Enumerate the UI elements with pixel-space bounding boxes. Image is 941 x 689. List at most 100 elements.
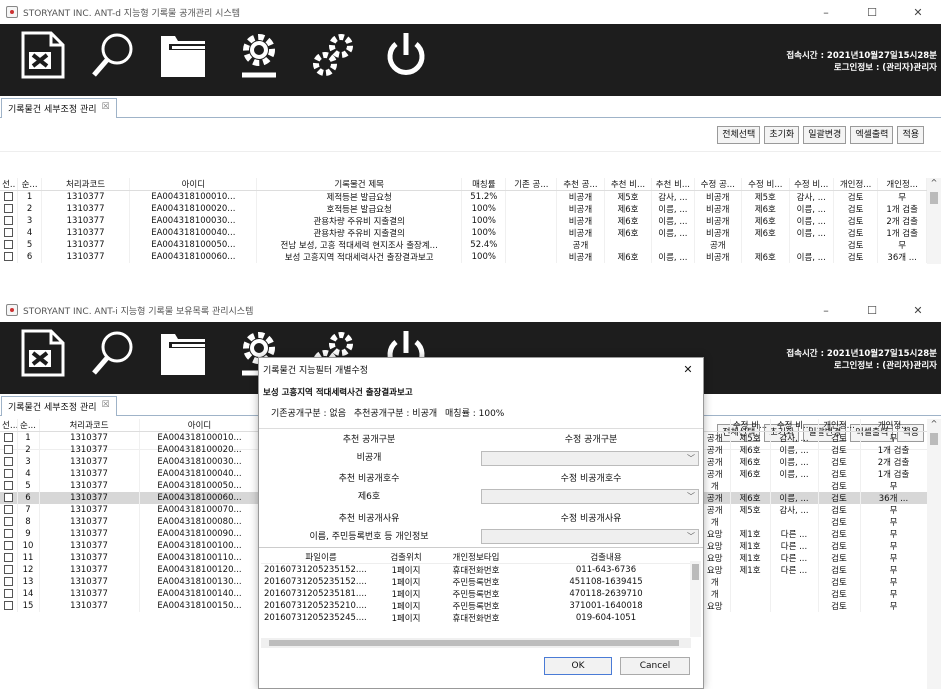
row-checkbox[interactable] xyxy=(3,516,13,526)
dialog-close-icon[interactable]: ✕ xyxy=(673,363,703,376)
ok-button[interactable]: OK xyxy=(544,657,612,675)
column-header[interactable]: 추천 비... xyxy=(651,178,695,191)
select-all-button[interactable]: 전체선택 xyxy=(717,126,761,144)
table-row[interactable]: 공개 제5호 감사, ... 검토 무 xyxy=(700,431,928,444)
column-header[interactable]: 순... xyxy=(17,419,40,432)
table-row[interactable]: 요망 제1호 다른 ... 검토 무 xyxy=(700,540,928,552)
table-row[interactable]: 3 1310377 EA004318100030... xyxy=(0,455,261,468)
excel-icon[interactable] xyxy=(18,328,68,378)
mod-nondisc-no-select[interactable]: ﹀ xyxy=(481,489,699,504)
row-checkbox-cell[interactable] xyxy=(0,515,18,528)
column-header[interactable]: 기존 공... xyxy=(505,178,558,191)
file-row[interactable]: 2016073120523518​1.... 1페이지 주민등록번호 470118-2… xyxy=(261,588,691,600)
column-header[interactable]: 개인정... xyxy=(833,178,879,191)
column-header[interactable]: 처리과코드 xyxy=(39,419,140,432)
search-icon[interactable] xyxy=(90,328,136,378)
file-column-header[interactable]: 파일이름 xyxy=(261,551,381,564)
table-row[interactable]: 공개 제6호 이름, ... 검토 1개 검출 xyxy=(700,468,928,480)
reset-button[interactable]: 초기화 xyxy=(764,126,800,144)
table-row[interactable]: 요망 제1호 다른 ... 검토 무 xyxy=(700,564,928,576)
file-row[interactable]: 2016073120523515​2.... 1페이지 주민등록번호 451108-1… xyxy=(261,576,691,588)
mod-reason-select[interactable]: ﹀ xyxy=(481,529,699,544)
row-checkbox[interactable] xyxy=(3,432,13,442)
row-checkbox-cell[interactable] xyxy=(0,539,18,552)
folder-icon[interactable] xyxy=(158,30,210,80)
table-row[interactable]: 요망 제1호 다른 ... 검토 무 xyxy=(700,552,928,564)
column-header[interactable]: 선.. xyxy=(0,419,18,432)
column-header[interactable]: 추천 비... xyxy=(604,178,653,191)
tab-record-adjust[interactable]: 기록물건 세부조정 관리 ☒ xyxy=(1,98,117,118)
row-checkbox-cell[interactable] xyxy=(0,215,19,227)
row-checkbox-cell[interactable] xyxy=(0,563,18,576)
file-column-header[interactable]: 검출위치 xyxy=(381,551,431,564)
power-icon[interactable] xyxy=(382,30,430,80)
tab-record-adjust[interactable]: 기록물건 세부조정 관리 ☒ xyxy=(1,396,117,416)
folder-icon[interactable] xyxy=(158,328,210,378)
row-checkbox[interactable] xyxy=(4,252,14,261)
row-checkbox-cell[interactable] xyxy=(0,527,18,540)
row-checkbox-cell[interactable] xyxy=(0,575,18,588)
apply-button[interactable]: 적용 xyxy=(897,126,924,144)
table-row[interactable]: 8 1310377 EA004318100080... xyxy=(0,515,261,528)
table-row[interactable]: 12 1310377 EA004318100120... xyxy=(0,563,261,576)
column-header[interactable]: 개인정... xyxy=(860,419,928,432)
table-row[interactable]: 7 1310377 EA004318100070... xyxy=(0,503,261,516)
file-column-header[interactable]: 개인정보타입 xyxy=(431,551,521,564)
file-row[interactable]: 2016073120523524​5.... 1페이지 휴대전화번호 019-604-… xyxy=(261,612,691,624)
table-row[interactable]: 개 검토 무 xyxy=(700,516,928,528)
table-row[interactable]: 공개 제6호 이름, ... 검토 2개 검출 xyxy=(700,456,928,468)
row-checkbox-cell[interactable] xyxy=(0,239,19,251)
mod-disclosure-select[interactable]: ﹀ xyxy=(481,451,699,466)
table-row[interactable]: 공개 제5호 감사, ... 검토 무 xyxy=(700,504,928,516)
row-checkbox-cell[interactable] xyxy=(0,503,18,516)
tab-close-icon[interactable]: ☒ xyxy=(102,400,110,413)
row-checkbox[interactable] xyxy=(3,444,13,454)
row-checkbox[interactable] xyxy=(3,480,13,490)
row-checkbox-cell[interactable] xyxy=(0,551,18,564)
table-row[interactable]: 15 1310377 EA004318100150... xyxy=(0,599,261,612)
table-row[interactable]: 5 1310377 EA004318100050... 전남 보성, 고흥 적대세력 … xyxy=(0,239,927,251)
bulk-change-button[interactable]: 일괄변경 xyxy=(803,126,847,144)
vertical-scrollbar[interactable]: ^ xyxy=(927,178,941,264)
table-row[interactable]: 9 1310377 EA004318100090... xyxy=(0,527,261,540)
row-checkbox[interactable] xyxy=(3,540,13,550)
maximize-icon[interactable]: ☐ xyxy=(849,304,895,317)
table-row[interactable]: 14 1310377 EA004318100140... xyxy=(0,587,261,600)
column-header[interactable]: 수정 비... xyxy=(770,419,819,432)
maximize-icon[interactable]: ☐ xyxy=(849,6,895,19)
table-row[interactable]: 13 1310377 EA004318100130... xyxy=(0,575,261,588)
search-icon[interactable] xyxy=(90,30,136,80)
row-checkbox-cell[interactable] xyxy=(0,431,18,444)
scroll-up-icon[interactable]: ^ xyxy=(927,419,941,428)
column-header[interactable]: 처리과코드 xyxy=(41,178,131,191)
column-header[interactable]: 순... xyxy=(17,178,42,191)
table-row[interactable]: 3 1310377 EA004318100030... 관용차량 주유비 지출결의 10… xyxy=(0,215,927,227)
row-checkbox[interactable] xyxy=(4,216,14,225)
column-header[interactable]: 수정 비... xyxy=(730,419,771,432)
cancel-button[interactable]: Cancel xyxy=(620,657,690,675)
row-checkbox[interactable] xyxy=(3,468,13,478)
row-checkbox[interactable] xyxy=(3,504,13,514)
table-row[interactable]: 6 1310377 EA004318100060... xyxy=(0,491,261,504)
files-horizontal-scrollbar[interactable] xyxy=(261,638,691,648)
row-checkbox[interactable] xyxy=(3,492,13,502)
row-checkbox[interactable] xyxy=(3,456,13,466)
column-header[interactable]: 개인정... xyxy=(818,419,861,432)
row-checkbox[interactable] xyxy=(3,552,13,562)
files-vertical-scrollbar[interactable] xyxy=(690,561,701,637)
file-row[interactable]: 2016073120523515​2.... 1페이지 휴대전화번호 011-643-… xyxy=(261,564,691,576)
table-row[interactable]: 공개 제6호 이름, ... 검토 1개 검출 xyxy=(700,444,928,456)
gears-icon[interactable] xyxy=(308,30,360,80)
column-header[interactable]: 매칭률 xyxy=(461,178,507,191)
table-row[interactable]: 개 검토 무 xyxy=(700,480,928,492)
table-row[interactable]: 1 1310377 EA004318100010... 제적등본 발급요청 51.2% 비… xyxy=(0,190,927,203)
column-header[interactable]: 수정 비... xyxy=(741,178,790,191)
column-header[interactable]: 수정 공... xyxy=(694,178,743,191)
column-header[interactable]: 기록물건 제목 xyxy=(256,178,463,191)
close-icon[interactable]: ✕ xyxy=(895,304,941,317)
table-row[interactable]: 2 1310377 EA004318100020... xyxy=(0,443,261,456)
row-checkbox-cell[interactable] xyxy=(0,467,18,480)
row-checkbox[interactable] xyxy=(4,228,14,237)
table-row[interactable]: 1 1310377 EA004318100010... xyxy=(0,431,261,444)
table-row[interactable]: 요망 제1호 다른 ... 검토 무 xyxy=(700,528,928,540)
